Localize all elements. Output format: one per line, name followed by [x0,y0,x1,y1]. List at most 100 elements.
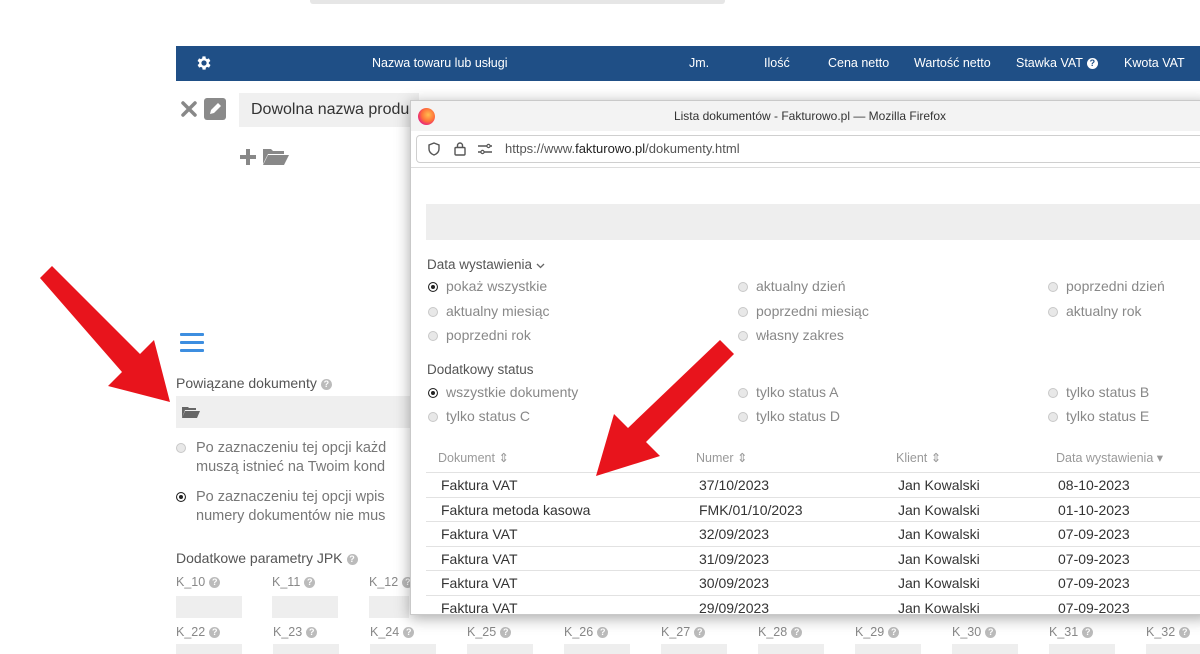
table-row-divider [426,472,1200,473]
status-opt-b[interactable]: tylko status B [1048,384,1149,400]
chevron-down-icon[interactable] [536,263,545,269]
url-bar[interactable]: https://www.fakturowo.pl/dokumenty.html [416,135,1200,163]
td-client: Jan Kowalski [898,501,980,518]
help-icon[interactable]: ? [320,379,332,390]
invoice-items-header: Nazwa towaru lub usługi Jm. Ilość Cena n… [176,46,1200,81]
jpk-row2-input[interactable] [273,644,339,654]
date-opt-yesterday[interactable]: poprzedni dzień [1048,278,1165,294]
date-opt-today[interactable]: aktualny dzień [738,278,846,294]
th-client[interactable]: Klient ⇕ [896,450,941,465]
help-icon[interactable]: ? [694,627,706,638]
lock-icon[interactable] [453,141,467,156]
status-opt-c[interactable]: tylko status C [428,408,530,424]
delete-row-icon[interactable] [180,100,198,118]
jpk-k10-input[interactable] [176,596,242,618]
td-document[interactable]: Faktura VAT [441,551,518,567]
menu-icon[interactable] [180,333,204,352]
date-opt-custom[interactable]: własny zakres [738,327,844,343]
gear-icon[interactable] [195,54,213,72]
jpk-row2-label: K_30? [952,625,997,639]
help-icon[interactable]: ? [500,627,512,638]
jpk-row2-input[interactable] [467,644,533,654]
jpk-row2-input[interactable] [758,644,824,654]
linked-option-1-text: Po zaznaczeniu tej opcji każd muszą istn… [196,440,387,475]
jpk-row2-input[interactable] [661,644,727,654]
jpk-row2-input[interactable] [370,644,436,654]
date-opt-this-year[interactable]: aktualny rok [1048,303,1141,319]
url-domain: fakturowo.pl [575,141,646,156]
td-issue-date: 07-09-2023 [1058,526,1130,542]
jpk-row2-label: K_26? [564,625,609,639]
col-unit: Jm. [689,56,710,70]
search-bar[interactable] [426,204,1200,240]
status-opt-a[interactable]: tylko status A [738,384,838,400]
jpk-k12-input[interactable] [369,596,409,618]
jpk-row2-input[interactable] [564,644,630,654]
jpk-row2-input[interactable] [855,644,921,654]
td-issue-date: 07-09-2023 [1058,599,1130,615]
permissions-icon[interactable] [477,143,493,155]
td-client: Jan Kowalski [898,575,980,591]
help-icon[interactable]: ? [306,627,318,638]
td-number: FMK/01/10/2023 [699,501,803,518]
date-opt-all[interactable]: pokaż wszystkie [428,278,547,294]
help-icon[interactable]: ? [209,627,221,638]
td-document[interactable]: Faktura VAT [441,477,518,493]
jpk-row2-label: K_28? [758,625,803,639]
jpk-row2-label: K_32? [1146,625,1191,639]
linked-option-2-radio[interactable] [176,492,186,502]
help-icon[interactable]: ? [1082,627,1094,638]
help-icon[interactable]: ? [791,627,803,638]
help-icon[interactable]: ? [209,577,221,588]
top-input-strip [310,0,725,4]
linked-option-1-radio[interactable] [176,443,186,453]
table-row-divider [426,521,1200,522]
date-opt-this-month[interactable]: aktualny miesiąc [428,303,550,319]
date-filter-title[interactable]: Data wystawienia [427,257,545,272]
help-icon[interactable]: ? [403,627,415,638]
help-icon[interactable]: ? [304,577,316,588]
folder-icon[interactable] [182,406,200,419]
page-content: Data wystawienia pokaż wszystkie aktualn… [411,168,1200,615]
status-opt-e[interactable]: tylko status E [1048,408,1149,424]
status-opt-d[interactable]: tylko status D [738,408,840,424]
th-document[interactable]: Dokument ⇕ [438,450,509,465]
td-document[interactable]: Faktura VAT [441,575,518,591]
help-icon[interactable]: ? [1086,58,1098,69]
firefox-logo-icon [418,108,435,125]
jpk-row2-label: K_27? [661,625,706,639]
date-opt-last-month[interactable]: poprzedni miesiąc [738,303,869,319]
red-arrow-left-icon [40,266,170,402]
td-number: 29/09/2023 [699,599,770,615]
item-name-input[interactable]: Dowolna nazwa produ [239,93,419,127]
linked-docs-field[interactable] [176,396,416,428]
td-issue-date: 01-10-2023 [1058,501,1130,518]
jpk-row2-input[interactable] [952,644,1018,654]
td-client: Jan Kowalski [898,526,980,542]
linked-option-2-text: Po zaznaczeniu tej opcji wpis numery dok… [196,489,386,524]
td-document[interactable]: Faktura VAT [441,526,518,542]
jpk-row2-label: K_29? [855,625,900,639]
status-opt-all[interactable]: wszystkie dokumenty [428,384,578,400]
add-row-icon[interactable] [238,147,258,167]
td-number: 31/09/2023 [699,550,770,567]
help-icon[interactable]: ? [985,627,997,638]
jpk-row2-input[interactable] [1146,644,1200,654]
shield-icon[interactable] [427,142,441,156]
jpk-row2-input[interactable] [176,644,242,654]
col-net-price: Cena netto [828,56,890,70]
td-document[interactable]: Faktura metoda kasowa [441,502,590,518]
help-icon[interactable]: ? [346,554,358,565]
col-vat-rate: Stawka VAT? [1016,56,1098,70]
help-icon[interactable]: ? [1179,627,1191,638]
help-icon[interactable]: ? [597,627,609,638]
edit-icon[interactable] [204,98,226,120]
jpk-row2-input[interactable] [1049,644,1115,654]
jpk-k11-input[interactable] [272,596,338,618]
open-folder-icon[interactable] [262,146,290,166]
th-issue-date[interactable]: Data wystawienia ▾ [1056,450,1163,465]
td-issue-date: 07-09-2023 [1058,550,1130,567]
help-icon[interactable]: ? [888,627,900,638]
td-document[interactable]: Faktura VAT [441,600,518,615]
date-opt-last-year[interactable]: poprzedni rok [428,327,531,343]
